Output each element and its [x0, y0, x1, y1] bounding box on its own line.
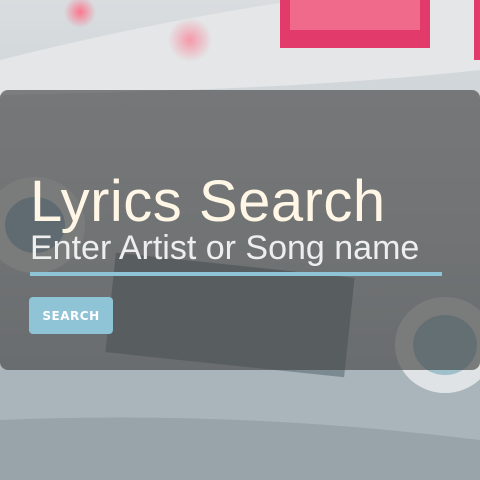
- search-button[interactable]: SEARCH: [29, 297, 113, 334]
- search-input[interactable]: [30, 224, 442, 276]
